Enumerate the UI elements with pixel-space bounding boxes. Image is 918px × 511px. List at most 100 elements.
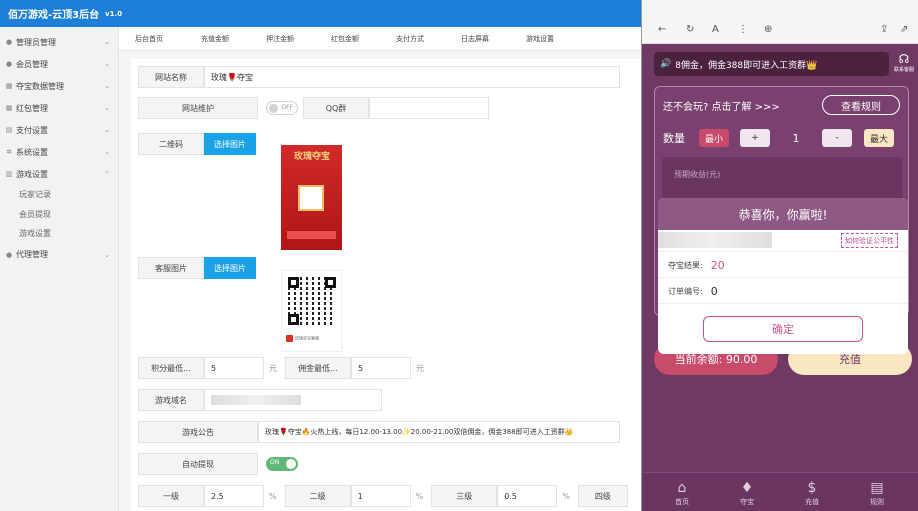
agent-icon: ● (5, 250, 13, 259)
chevron-down-icon: ⌄ (104, 250, 110, 259)
how-to-play-link[interactable]: 还不会玩? 点击了解 >>> (663, 98, 780, 113)
sidebar-item-payment[interactable]: ▤ 支付设置 ⌄ (0, 119, 118, 141)
font-size-icon[interactable]: A (712, 24, 719, 35)
sidebar-item-members[interactable]: ● 会员管理 ⌄ (0, 53, 118, 75)
share-icon[interactable]: ⇪ (880, 24, 888, 35)
sidebar-item-treasure[interactable]: ▦ 夺宝数据管理 ⌄ (0, 75, 118, 97)
tab-logs[interactable]: 日志屏幕 (461, 34, 489, 44)
sidebar-item-system[interactable]: ✲ 系统设置 ⌄ (0, 141, 118, 163)
commission-min-label: 佣金最低... (285, 357, 351, 379)
min-button[interactable]: 最小 (699, 129, 729, 147)
unit-text: 元 (416, 363, 424, 373)
minus-button[interactable]: - (822, 129, 852, 147)
settings-form: 网站名称 玫瑰🌹夺宝 网站维护 OFF QQ群 二维码 选择图片 玫瑰夺宝 客服… (131, 59, 641, 511)
back-icon[interactable]: ← (658, 24, 666, 35)
sidebar-item-redpacket[interactable]: ▦ 红包管理 ⌄ (0, 97, 118, 119)
nav-home[interactable]: ⌂ 首页 (662, 479, 702, 507)
poster-title: 玫瑰夺宝 (293, 152, 330, 162)
sidebar-item-label: 支付设置 (16, 125, 48, 135)
admin-title: 佰万游戏-云顶3后台 (8, 10, 100, 21)
sidebar-item-label: 系统设置 (16, 147, 48, 157)
refresh-icon[interactable]: ↻ (686, 24, 694, 35)
view-rules-button[interactable]: 查看规则 (822, 95, 900, 115)
game-domain-input[interactable] (204, 389, 382, 411)
poster-footer (287, 231, 336, 239)
tab-bets[interactable]: 押注金额 (266, 34, 294, 44)
open-external-icon[interactable]: ⇗ (900, 24, 908, 35)
diamond-icon: ♦ (740, 480, 754, 496)
chevron-down-icon: ⌄ (104, 104, 110, 112)
sidebar-item-game[interactable]: ▥ 游戏设置 ⌃ (0, 163, 118, 185)
poster-qr (298, 185, 324, 211)
gamepad-icon: ▥ (5, 170, 13, 178)
sidebar: ● 管理员管理 ⌄ ● 会员管理 ⌄ ▦ 夺宝数据管理 ⌄ ▦ 红包管理 ⌄ ▤ 支付设置 ⌄ ✲ 系… (0, 27, 119, 511)
admin-version: v1.0 (105, 9, 123, 18)
quantity-label: 数量 (663, 132, 685, 145)
sidebar-subitem-player-records[interactable]: 玩家记录 (0, 185, 118, 205)
chevron-down-icon: ⌄ (104, 38, 110, 46)
win-dialog: 恭喜你，你赢啦! 如何验证公平性 夺宝结果: 20 订单编号: 0 确定 (658, 198, 908, 354)
money-bag-icon: $ (807, 480, 817, 496)
nav-recharge[interactable]: $ 充值 (792, 479, 832, 507)
quantity-value: 1 (792, 131, 800, 145)
percent-text: % (269, 491, 277, 501)
sidebar-item-admin[interactable]: ● 管理员管理 ⌄ (0, 31, 118, 53)
main-content: 网站名称 玫瑰🌹夺宝 网站维护 OFF QQ群 二维码 选择图片 玫瑰夺宝 客服… (119, 51, 641, 511)
nav-rules[interactable]: ▤ 规则 (857, 479, 897, 507)
sidebar-subitem-withdrawals[interactable]: 会员提现 (0, 205, 118, 225)
maintenance-toggle[interactable]: OFF (266, 101, 298, 115)
dialog-title: 恭喜你，你赢啦! (658, 198, 908, 230)
select-qrcode-button[interactable]: 选择图片 (204, 133, 256, 155)
auto-withdraw-label: 自动提现 (138, 453, 258, 475)
qq-group-input[interactable] (369, 97, 489, 119)
headset-icon: ☊ (898, 52, 910, 66)
points-min-label: 积分最低... (138, 357, 204, 379)
tab-redpacket[interactable]: 红包金额 (331, 34, 359, 44)
dialog-link-row: 如何验证公平性 (658, 230, 908, 252)
level2-input[interactable]: 1 (350, 485, 411, 507)
unit-text: 元 (269, 363, 277, 373)
verify-fairness-link[interactable]: 如何验证公平性 (841, 233, 898, 248)
announcement-input[interactable]: 玫瑰🌹夺宝🔥火热上线，每日12.00-13.00✨20.00-21.00双倍佣金… (258, 421, 620, 443)
nav-treasure[interactable]: ♦ 夺宝 (727, 479, 767, 507)
max-button[interactable]: 最大 (864, 129, 894, 147)
result-value: 20 (710, 259, 725, 272)
admin-topbar: 佰万游戏-云顶3后台 v1.0 (0, 0, 641, 27)
copy-link-icon[interactable]: ⊕ (764, 24, 772, 35)
qrcode-label: 二维码 (138, 133, 204, 155)
points-min-input[interactable]: 5 (204, 357, 264, 379)
site-name-input[interactable]: 玫瑰🌹夺宝 (204, 66, 620, 88)
users-icon: ● (5, 60, 13, 68)
sidebar-item-label: 游戏设置 (16, 169, 48, 179)
service-image-label: 客服图片 (138, 257, 204, 279)
tab-game-settings[interactable]: 游戏设置 (526, 34, 554, 44)
level3-input[interactable]: 0.5 (497, 485, 558, 507)
nav-label: 充值 (805, 498, 819, 506)
more-icon[interactable]: ⋮ (738, 24, 748, 35)
gear-icon: ✲ (6, 148, 12, 156)
tab-payment[interactable]: 支付方式 (396, 34, 424, 44)
toggle-knob (286, 459, 296, 469)
plus-button[interactable]: + (740, 129, 770, 147)
qr-footer-text: 玫瑰夺宝客服 (295, 335, 319, 341)
user-icon: ● (5, 38, 13, 46)
chevron-down-icon: ⌄ (104, 148, 110, 156)
level4-label: 四级 (577, 485, 628, 507)
tab-home[interactable]: 后台首页 (135, 34, 163, 44)
home-icon: ⌂ (677, 480, 687, 496)
select-service-image-button[interactable]: 选择图片 (204, 257, 256, 279)
level1-input[interactable]: 2.5 (204, 485, 264, 507)
tab-bar: 后台首页 充值金额 押注金额 红包金额 支付方式 日志屏幕 游戏设置 (119, 27, 641, 51)
sidebar-item-label: 夺宝数据管理 (16, 81, 64, 91)
auto-withdraw-toggle[interactable]: ON (266, 457, 298, 471)
chevron-down-icon: ⌄ (104, 126, 110, 134)
qr-footer: 玫瑰夺宝客服 (286, 335, 339, 347)
customer-service-button[interactable]: ☊ 联系客服 (892, 52, 916, 76)
sidebar-subitem-game-settings[interactable]: 游戏设置 (0, 224, 118, 244)
tab-recharge[interactable]: 充值金额 (201, 34, 229, 44)
chevron-up-icon: ⌃ (104, 170, 110, 178)
sidebar-item-agent[interactable]: ● 代理管理 ⌄ (0, 244, 118, 266)
commission-min-input[interactable]: 5 (351, 357, 411, 379)
confirm-button[interactable]: 确定 (703, 316, 863, 342)
card-icon: ▤ (5, 126, 13, 134)
